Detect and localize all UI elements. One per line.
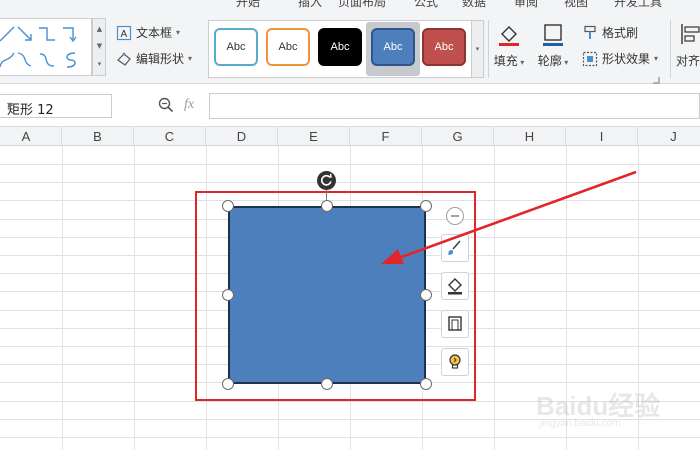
resize-handle-e[interactable] <box>420 289 432 301</box>
menu-insert[interactable]: 插入 <box>298 0 322 8</box>
menu-view[interactable]: 视图 <box>564 0 588 8</box>
align-button[interactable]: 对齐 <box>676 22 700 78</box>
text-box-label: 文本框 <box>136 26 173 40</box>
shape-style-gallery[interactable]: Abc Abc Abc Abc Abc <box>208 20 472 78</box>
svg-text:A: A <box>121 29 128 40</box>
format-painter-button[interactable]: 格式刷 <box>582 24 638 41</box>
chevron-down-icon: ▾ <box>188 54 193 63</box>
shape-effects-quick-button[interactable] <box>441 348 469 376</box>
shape-effects-button[interactable]: 形状效果 ▾ <box>582 50 658 67</box>
fill-bucket-icon <box>448 278 462 295</box>
column-header-g[interactable]: G <box>422 127 494 146</box>
column-header-e[interactable]: E <box>278 127 350 146</box>
shape-style-quick-button[interactable] <box>441 234 469 262</box>
resize-handle-ne[interactable] <box>420 200 432 212</box>
format-painter-icon <box>584 25 596 39</box>
align-label: 对齐 <box>676 54 700 68</box>
collapse-toolbar-button[interactable] <box>446 207 464 225</box>
brush-icon <box>448 240 461 255</box>
column-header-c[interactable]: C <box>134 127 206 146</box>
shape-effects-label: 形状效果 <box>602 52 651 66</box>
fill-button[interactable]: 填充 ▾ <box>489 22 529 78</box>
lightbulb-icon <box>449 354 461 369</box>
chevron-down-icon[interactable]: ▼ <box>7 101 107 110</box>
text-box-button[interactable]: A 文本框 ▾ <box>116 24 180 41</box>
double-curve-icon[interactable] <box>36 49 58 71</box>
style-swatch[interactable]: Abc <box>266 28 310 66</box>
style-gallery-scroll[interactable]: ▾ <box>472 20 484 78</box>
zoom-icon[interactable] <box>157 96 175 114</box>
style-swatch[interactable]: Abc <box>318 28 362 66</box>
fx-icon[interactable]: fx <box>184 97 194 113</box>
column-header-j[interactable]: J <box>638 127 700 146</box>
ribbon: ▲ ▼ ▾ A 文本框 ▾ 编辑形状 ▾ Abc Abc Abc Abc Abc… <box>0 8 700 84</box>
menu-developer[interactable]: 开发工具 <box>614 0 662 8</box>
ribbon-separator <box>670 20 671 78</box>
style-swatch-selected[interactable]: Abc <box>371 28 415 66</box>
style-swatch[interactable]: Abc <box>214 28 258 66</box>
outline-label: 轮廓 <box>537 54 562 68</box>
scroll-up-icon[interactable]: ▲ <box>95 22 104 36</box>
menu-review[interactable]: 审阅 <box>514 0 538 8</box>
column-header-a[interactable]: A <box>0 127 62 146</box>
shapes-gallery[interactable] <box>0 18 92 76</box>
shape-fill-quick-button[interactable] <box>441 272 469 300</box>
menu-bar: 开始 插入 页面布局 公式 数据 审阅 视图 开发工具 <box>0 0 700 8</box>
resize-handle-nw[interactable] <box>222 200 234 212</box>
name-box[interactable]: 矩形 12 ▼ <box>0 94 112 118</box>
resize-handle-s[interactable] <box>321 378 333 390</box>
elbow-arrow-icon[interactable] <box>60 23 82 45</box>
curve-arrow-icon[interactable] <box>14 49 36 71</box>
column-header-h[interactable]: H <box>494 127 566 146</box>
outline-icon <box>448 316 462 331</box>
shapes-gallery-scroll[interactable]: ▲ ▼ ▾ <box>92 18 106 76</box>
gallery-more-icon[interactable]: ▾ <box>95 57 104 71</box>
resize-handle-sw[interactable] <box>222 378 234 390</box>
align-icon <box>681 24 700 44</box>
column-header-b[interactable]: B <box>62 127 134 146</box>
format-painter-label: 格式刷 <box>602 26 639 40</box>
scroll-down-icon[interactable]: ▼ <box>95 39 104 53</box>
fill-bucket-icon <box>499 26 519 46</box>
edit-shape-icon <box>117 52 131 66</box>
menu-formulas[interactable]: 公式 <box>414 0 438 8</box>
formula-input[interactable] <box>209 93 700 119</box>
shape-outline-quick-button[interactable] <box>441 310 469 338</box>
shape-effects-icon <box>582 51 598 66</box>
menu-data[interactable]: 数据 <box>462 0 486 8</box>
watermark-url: jingyan.baidu.com <box>540 418 621 429</box>
shape-quick-toolbar <box>441 204 469 380</box>
chevron-down-icon: ▾ <box>176 28 181 37</box>
resize-handle-se[interactable] <box>420 378 432 390</box>
minus-icon <box>451 215 459 217</box>
gallery-more-icon[interactable]: ▾ <box>473 42 482 56</box>
resize-handle-n[interactable] <box>321 200 333 212</box>
menu-home[interactable]: 开始 <box>236 0 260 8</box>
s-curve-icon[interactable] <box>60 49 82 71</box>
arrow-diagonal-icon[interactable] <box>14 23 36 45</box>
selected-rectangle-shape[interactable] <box>228 206 426 384</box>
fill-label: 填充 <box>493 54 518 68</box>
rotate-handle-icon[interactable] <box>317 171 336 190</box>
watermark: Baidu经验 jingyan.baidu.com <box>536 384 666 434</box>
column-header-row: A B C D E F G H I J <box>0 126 700 146</box>
formula-bar: 矩形 12 ▼ fx <box>0 92 700 120</box>
outline-button[interactable]: 轮廓 ▾ <box>533 22 573 78</box>
resize-handle-w[interactable] <box>222 289 234 301</box>
column-header-i[interactable]: I <box>566 127 638 146</box>
column-header-f[interactable]: F <box>350 127 422 146</box>
text-box-icon: A <box>116 25 132 40</box>
edit-shape-button[interactable]: 编辑形状 ▾ <box>116 50 192 67</box>
column-header-d[interactable]: D <box>206 127 278 146</box>
edit-shape-label: 编辑形状 <box>136 52 185 66</box>
ribbon-expand-icon[interactable] <box>652 76 660 84</box>
elbow-connector-icon[interactable] <box>36 23 58 45</box>
menu-page-layout[interactable]: 页面布局 <box>338 0 386 8</box>
chevron-down-icon: ▾ <box>654 54 659 63</box>
style-swatch[interactable]: Abc <box>422 28 466 66</box>
outline-icon <box>543 24 563 46</box>
